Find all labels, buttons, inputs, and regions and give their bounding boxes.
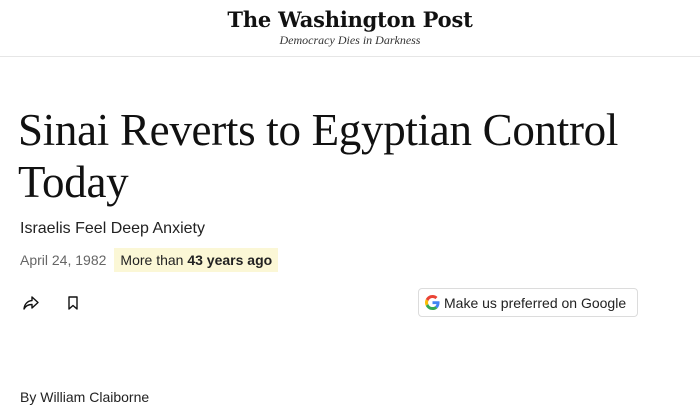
article-subhead: Israelis Feel Deep Anxiety <box>20 220 205 237</box>
masthead: The Washington Post Democracy Dies in Da… <box>0 0 700 57</box>
publish-date: April 24, 1982 <box>20 252 107 268</box>
share-arrow-icon[interactable] <box>20 292 42 314</box>
google-preferred-label: Make us preferred on Google <box>444 294 627 311</box>
google-preferred-button[interactable]: Make us preferred on Google <box>418 288 638 317</box>
article-actions <box>20 292 84 314</box>
article-age-badge: More than 43 years ago <box>114 248 279 272</box>
google-g-icon <box>424 295 440 311</box>
site-tagline: Democracy Dies in Darkness <box>279 33 421 47</box>
article-byline[interactable]: By William Claiborne <box>20 389 149 405</box>
age-prefix: More than <box>120 252 188 268</box>
bookmark-icon[interactable] <box>62 292 84 314</box>
site-logo[interactable]: The Washington Post <box>0 6 700 34</box>
article-dateline: April 24, 1982 More than 43 years ago <box>20 248 279 272</box>
age-value: 43 years ago <box>187 252 273 268</box>
article-headline: Sinai Reverts to Egyptian Control Today <box>18 105 619 207</box>
